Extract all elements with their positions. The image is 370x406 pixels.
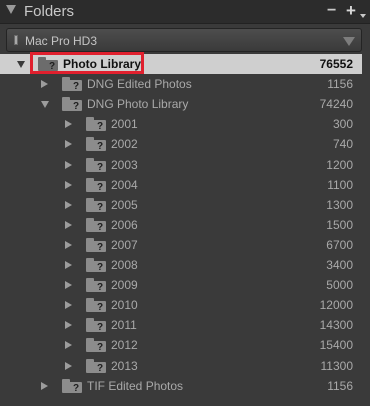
- add-folder-dropdown-icon[interactable]: [360, 14, 366, 18]
- disclosure-collapsed-icon[interactable]: [65, 321, 72, 330]
- folder-name: 2013: [111, 358, 138, 373]
- folder-row[interactable]: ? 2001 300: [0, 114, 370, 134]
- photo-count: 3400: [326, 258, 353, 272]
- disclosure-collapsed-icon[interactable]: [41, 381, 48, 390]
- folder-name: 2006: [111, 217, 138, 232]
- missing-folder-icon: ?: [86, 217, 106, 233]
- folder-name: 2012: [111, 338, 138, 353]
- missing-folder-icon: ?: [62, 378, 82, 394]
- disclosure-collapsed-icon[interactable]: [65, 120, 72, 129]
- folder-row[interactable]: ? 2007 6700: [0, 235, 370, 255]
- disclosure-collapsed-icon[interactable]: [65, 361, 72, 370]
- missing-folder-icon: ?: [86, 278, 106, 293]
- folder-row[interactable]: ? 2005 1300: [0, 195, 370, 215]
- missing-folder-icon: ?: [62, 97, 82, 112]
- photo-count: 1200: [326, 157, 353, 172]
- volume-dropdown-icon[interactable]: [343, 37, 355, 46]
- folder-name: 2010: [111, 298, 138, 313]
- folder-name: 2004: [111, 177, 138, 192]
- missing-folder-icon: ?: [86, 117, 106, 132]
- folder-row[interactable]: ? DNG Photo Library 74240: [0, 94, 370, 114]
- photo-count: 12000: [319, 298, 353, 313]
- folder-row[interactable]: ? 2013 11300: [0, 356, 370, 376]
- folder-name: DNG Photo Library: [87, 97, 189, 112]
- missing-folder-icon: ?: [86, 298, 106, 313]
- disclosure-collapsed-icon[interactable]: [65, 240, 72, 249]
- folder-row[interactable]: ? 2008 3400: [0, 255, 370, 275]
- photo-count: 14300: [319, 318, 353, 333]
- disclosure-expanded-icon[interactable]: [17, 61, 25, 68]
- volume-selector[interactable]: Mac Pro HD3: [6, 28, 362, 52]
- collapse-triangle-icon[interactable]: [6, 5, 16, 14]
- folder-name: 2007: [111, 237, 138, 252]
- photo-count: 74240: [319, 97, 353, 112]
- disclosure-collapsed-icon[interactable]: [65, 261, 72, 269]
- photo-count: 15400: [319, 338, 353, 353]
- missing-folder-icon: ?: [62, 77, 82, 92]
- missing-folder-icon: ?: [86, 358, 106, 374]
- folder-row[interactable]: ? DNG Edited Photos 1156: [0, 74, 370, 94]
- folder-row[interactable]: ? 2011 14300: [0, 315, 370, 335]
- folder-row[interactable]: ? TIF Edited Photos 1156: [0, 376, 370, 396]
- photo-count: 5000: [326, 278, 353, 293]
- disclosure-collapsed-icon[interactable]: [65, 140, 72, 149]
- folder-name: 2002: [111, 137, 138, 152]
- missing-folder-icon: ?: [86, 237, 106, 253]
- photo-count: 1500: [326, 217, 353, 232]
- photo-count: 6700: [326, 237, 353, 252]
- photo-count: 76552: [319, 57, 353, 71]
- drive-icon: [14, 35, 18, 45]
- missing-folder-icon: ?: [86, 157, 106, 173]
- disclosure-collapsed-icon[interactable]: [65, 180, 72, 189]
- scrollbar[interactable]: [362, 52, 370, 406]
- folder-row[interactable]: ? 2002 740: [0, 134, 370, 154]
- volume-name: Mac Pro HD3: [25, 34, 98, 48]
- disclosure-collapsed-icon[interactable]: [65, 301, 72, 310]
- annotation-highlight-box: [30, 52, 144, 74]
- missing-folder-icon: ?: [86, 197, 106, 213]
- photo-count: 11300: [320, 358, 353, 373]
- folder-row[interactable]: ? 2004 1100: [0, 175, 370, 195]
- folder-name: 2009: [111, 278, 138, 293]
- photo-count: 300: [332, 117, 353, 132]
- disclosure-collapsed-icon[interactable]: [65, 281, 72, 290]
- folders-panel: Folders − + Mac Pro HD3 ? Photo Library 76…: [0, 0, 370, 406]
- remove-folder-button[interactable]: −: [327, 2, 336, 20]
- add-folder-button[interactable]: +: [346, 1, 356, 21]
- folder-row[interactable]: ? 2012 15400: [0, 335, 370, 355]
- folder-row[interactable]: ? 2010 12000: [0, 295, 370, 315]
- disclosure-expanded-icon[interactable]: [41, 101, 49, 109]
- folder-name: 2008: [111, 258, 138, 272]
- disclosure-collapsed-icon[interactable]: [65, 341, 72, 350]
- photo-count: 1100: [327, 177, 353, 192]
- missing-folder-icon: ?: [86, 318, 106, 333]
- disclosure-collapsed-icon[interactable]: [41, 80, 48, 89]
- folders-header[interactable]: Folders − +: [0, 0, 370, 24]
- disclosure-collapsed-icon[interactable]: [65, 220, 72, 229]
- folder-name: 2003: [111, 157, 138, 172]
- folder-name: DNG Edited Photos: [87, 77, 192, 92]
- folder-name: 2001: [111, 117, 138, 132]
- photo-count: 1156: [327, 77, 353, 92]
- missing-folder-icon: ?: [86, 177, 106, 193]
- photo-count: 1156: [327, 378, 353, 393]
- folder-name: TIF Edited Photos: [87, 378, 184, 393]
- disclosure-collapsed-icon[interactable]: [65, 200, 72, 209]
- photo-count: 740: [332, 137, 353, 152]
- folder-row[interactable]: ? 2009 5000: [0, 275, 370, 295]
- folder-name: 2011: [111, 318, 137, 333]
- folder-row[interactable]: ? 2006 1500: [0, 215, 370, 235]
- disclosure-collapsed-icon[interactable]: [65, 160, 72, 169]
- folder-row[interactable]: ? 2003 1200: [0, 155, 370, 175]
- panel-title: Folders: [24, 3, 75, 20]
- folder-name: 2005: [111, 197, 138, 212]
- photo-count: 1300: [326, 197, 353, 212]
- missing-folder-icon: ?: [86, 258, 106, 273]
- missing-folder-icon: ?: [86, 338, 106, 353]
- missing-folder-icon: ?: [86, 137, 106, 152]
